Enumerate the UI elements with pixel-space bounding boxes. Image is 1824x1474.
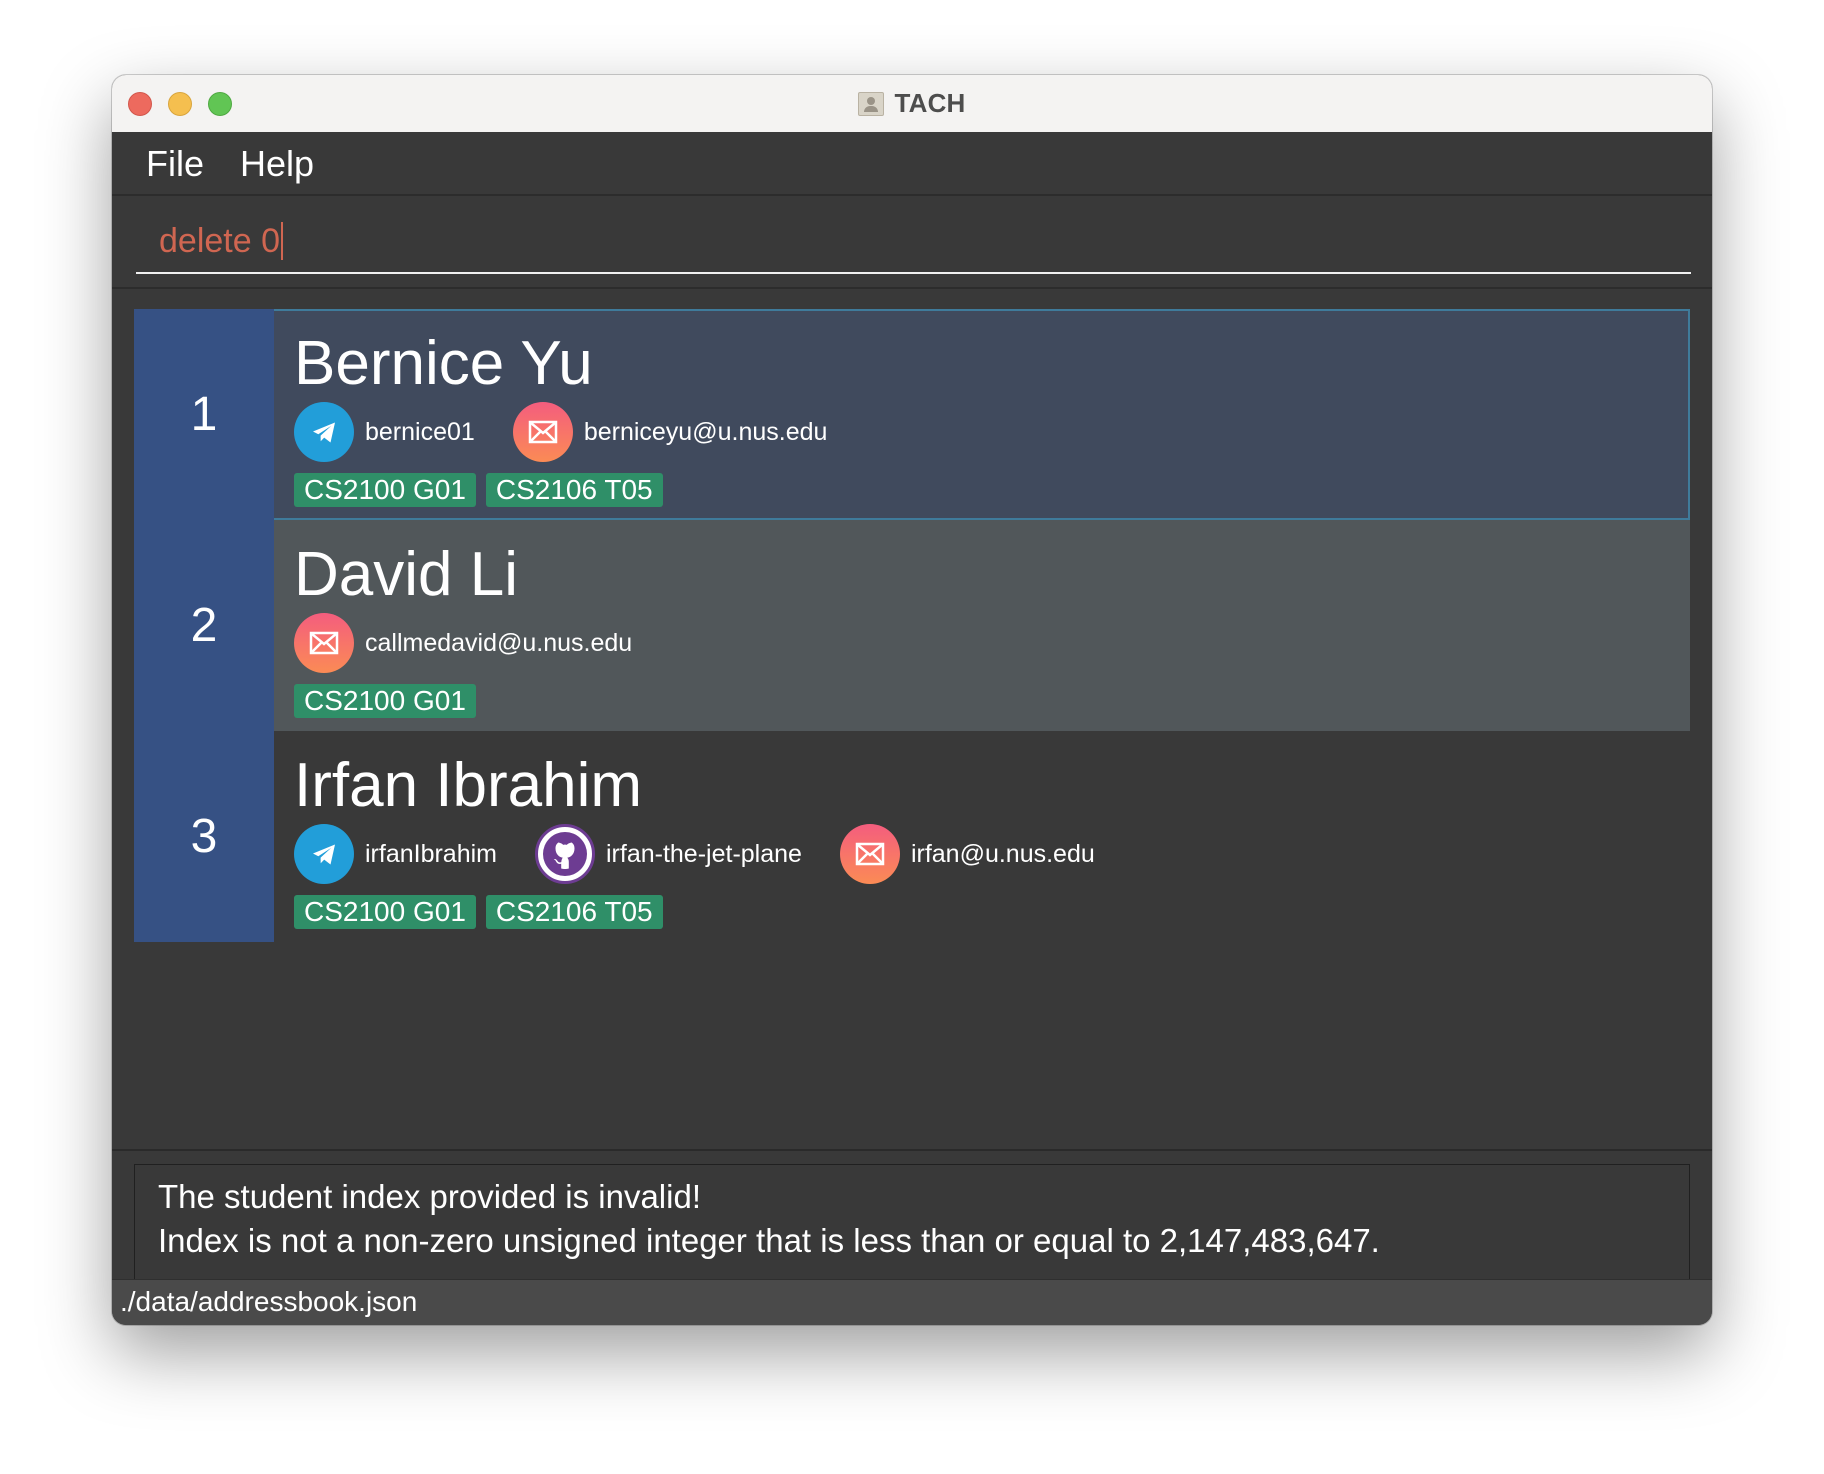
title-bar: TACH [112,75,1712,133]
email-contact[interactable]: callmedavid@u.nus.edu [294,613,632,673]
student-name: Bernice Yu [294,329,593,398]
tag-list: CS2100 G01 CS2106 T05 [294,473,663,507]
tag-badge: CS2106 T05 [485,895,663,929]
telegram-icon [294,402,354,462]
student-card-body: Irfan Ibrahim irfanIbrahim irfan-the-jet… [294,731,1674,942]
text-caret [281,222,283,260]
email-address: callmedavid@u.nus.edu [365,629,633,657]
telegram-handle: irfanIbrahim [365,840,497,868]
tag-list: CS2100 G01 CS2106 T05 [294,895,663,929]
student-list[interactable]: 1 Bernice Yu bernice01 berniceyu@u.nus.e… [134,309,1690,1121]
menu-bar: File Help [112,132,1712,196]
student-index: 1 [134,309,274,520]
result-message-line: Index is not a non-zero unsigned integer… [158,1222,1380,1259]
student-card-body: David Li callmedavid@u.nus.edu CS2100 G0… [294,520,1674,731]
contact-row: callmedavid@u.nus.edu [294,612,632,674]
result-message-line: The student index provided is invalid! [158,1178,701,1215]
telegram-contact[interactable]: irfanIbrahim [294,824,497,884]
menu-file[interactable]: File [146,144,204,184]
student-name: David Li [294,540,518,609]
email-contact[interactable]: irfan@u.nus.edu [839,824,1095,884]
student-index: 2 [134,520,274,731]
mail-icon [512,402,573,462]
result-area: The student index provided is invalid! I… [112,1149,1712,1325]
command-area: delete 0 [112,196,1712,289]
email-address: berniceyu@u.nus.edu [583,418,828,446]
status-bar: ./data/addressbook.json [112,1279,1712,1325]
email-contact[interactable]: berniceyu@u.nus.edu [512,402,828,462]
contact-row: bernice01 berniceyu@u.nus.edu [294,401,827,463]
tag-badge: CS2100 G01 [294,895,476,929]
tach-window: TACH File Help delete 0 1 Bernice Yu ber… [112,75,1712,1325]
student-list-area: 1 Bernice Yu bernice01 berniceyu@u.nus.e… [112,289,1712,1149]
email-address: irfan@u.nus.edu [910,840,1095,868]
student-card-1[interactable]: 1 Bernice Yu bernice01 berniceyu@u.nus.e… [134,309,1690,520]
telegram-contact[interactable]: bernice01 [294,402,475,462]
command-input-text: delete 0 [159,222,280,260]
window-title: TACH [894,88,966,118]
menu-help[interactable]: Help [240,144,314,184]
contact-row: irfanIbrahim irfan-the-jet-plane irfan@u… [294,823,1095,885]
mail-icon [294,613,354,673]
command-input[interactable]: delete 0 [136,210,1691,274]
tag-badge: CS2100 G01 [294,684,476,718]
tag-badge: CS2100 G01 [294,473,476,507]
telegram-icon [294,824,354,884]
student-name: Irfan Ibrahim [294,751,643,820]
student-card-3[interactable]: 3 Irfan Ibrahim irfanIbrahim irfan-the-j… [134,731,1690,942]
telegram-handle: bernice01 [365,418,475,446]
github-icon [535,824,595,884]
window-title-area: TACH [112,75,1712,132]
student-card-body: Bernice Yu bernice01 berniceyu@u.nus.edu… [294,309,1674,516]
mail-icon [839,824,900,884]
github-username: irfan-the-jet-plane [606,840,802,868]
github-contact[interactable]: irfan-the-jet-plane [535,824,802,884]
contacts-app-icon [858,91,885,116]
student-index: 3 [134,731,274,942]
tag-badge: CS2106 T05 [485,473,663,507]
student-card-2[interactable]: 2 David Li callmedavid@u.nus.edu CS2100 … [134,520,1690,731]
tag-list: CS2100 G01 [294,684,476,718]
data-file-path: ./data/addressbook.json [120,1286,418,1317]
